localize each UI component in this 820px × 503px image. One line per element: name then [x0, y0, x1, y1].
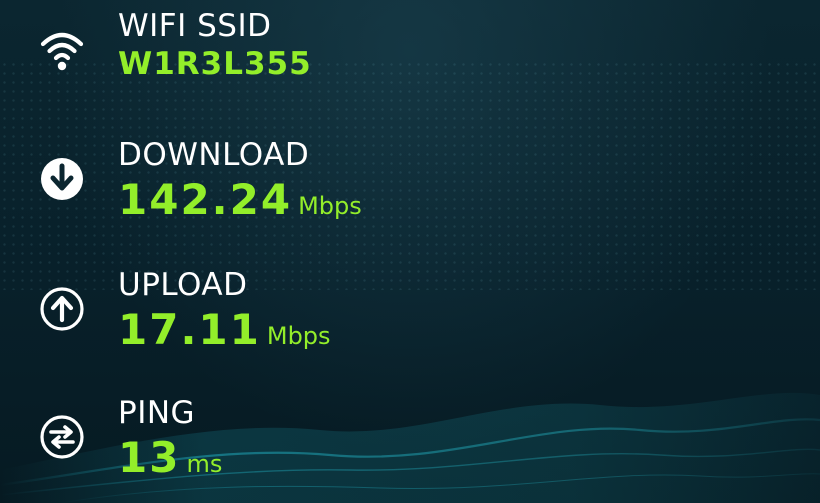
ping-arrows-icon-graphic	[40, 415, 84, 459]
download-value: 142.24	[118, 175, 293, 224]
upload-metric: UPLOAD 17.11 Mbps	[0, 265, 820, 375]
ping-value: 13	[118, 433, 181, 482]
wifi-ssid-value: W1R3L355	[118, 46, 312, 82]
download-label: DOWNLOAD	[118, 137, 310, 173]
upload-label: UPLOAD	[118, 267, 248, 303]
ping-label: PING	[118, 395, 196, 431]
download-value-row: 142.24 Mbps	[118, 175, 362, 224]
wifi-icon-graphic	[40, 32, 84, 71]
speed-test-screen: WIFI SSID W1R3L355 DOWNLOAD 142.24Mbps	[0, 0, 820, 503]
download-metric: DOWNLOAD 142.24 Mbps	[0, 135, 820, 245]
wifi-ssid-value-row: W1R3L355	[118, 46, 312, 82]
wifi-ssid-metric: WIFI SSID W1R3L355	[0, 6, 820, 116]
upload-value: 17.11	[118, 305, 261, 354]
wifi-icon	[39, 27, 85, 73]
ping-unit: ms	[186, 450, 223, 478]
upload-arrow-icon	[39, 286, 85, 332]
upload-unit: Mbps	[266, 322, 331, 350]
download-unit: Mbps	[298, 192, 362, 220]
wifi-ssid-label: WIFI SSID	[118, 8, 272, 44]
upload-arrow-icon-graphic	[40, 287, 84, 331]
ping-arrows-icon	[39, 414, 85, 460]
ping-metric: PING 13 ms	[0, 393, 820, 503]
ping-value-row: 13 ms	[118, 433, 222, 482]
download-arrow-icon	[39, 156, 85, 202]
upload-value-row: 17.11 Mbps	[118, 305, 331, 354]
download-arrow-icon-graphic	[41, 158, 83, 200]
